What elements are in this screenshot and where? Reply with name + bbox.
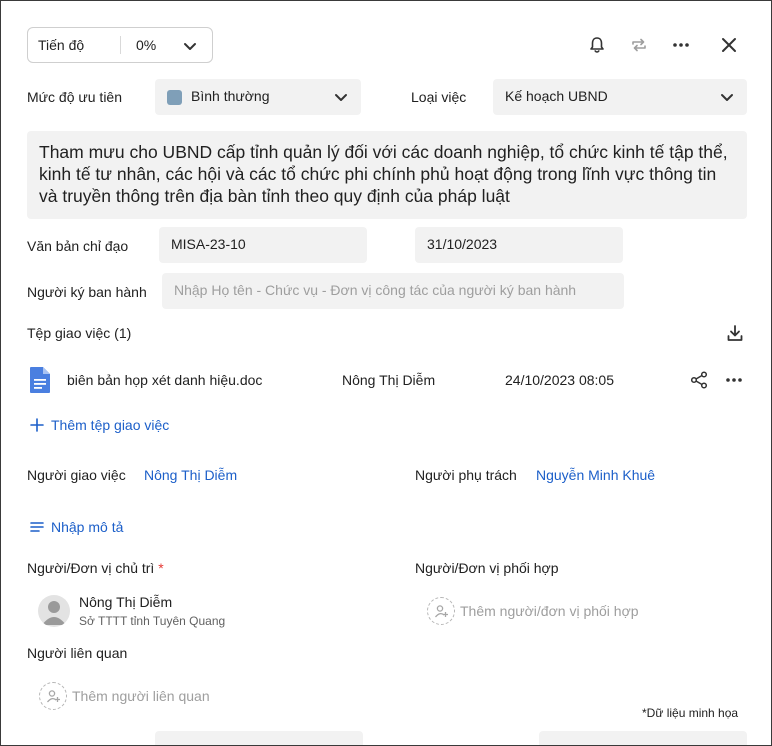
add-description-button[interactable]: Nhập mô tả bbox=[29, 517, 123, 537]
priority-select[interactable]: Bình thường bbox=[155, 79, 361, 115]
host-label-row: Người/Đơn vị chủ trì * bbox=[27, 560, 164, 576]
add-related-button[interactable]: Thêm người liên quan bbox=[39, 682, 210, 710]
progress-dropdown[interactable]: Tiến độ 0% bbox=[27, 27, 213, 63]
host-label: Người/Đơn vị chủ trì bbox=[27, 560, 155, 576]
download-icon[interactable] bbox=[725, 323, 745, 343]
signer-input[interactable]: Nhập Họ tên - Chức vụ - Đơn vị công tác … bbox=[162, 273, 624, 309]
repeat-icon[interactable] bbox=[627, 33, 651, 57]
add-related-label: Thêm người liên quan bbox=[72, 688, 210, 704]
add-person-icon bbox=[427, 597, 455, 625]
directive-doc-date: 31/10/2023 bbox=[427, 236, 498, 252]
file-datetime: 24/10/2023 08:05 bbox=[505, 372, 614, 388]
directive-doc-number: MISA-23-10 bbox=[171, 236, 246, 252]
task-description[interactable]: Tham mưu cho UBND cấp tỉnh quản lý đối v… bbox=[27, 131, 747, 219]
task-detail-panel: Tiến độ 0% Mức độ ưu tiên Bình thường Lo… bbox=[0, 0, 772, 746]
priority-label: Mức độ ưu tiên bbox=[27, 89, 123, 105]
assigner-value[interactable]: Nông Thị Diễm bbox=[144, 467, 237, 483]
required-mark: * bbox=[158, 560, 164, 576]
task-type-select[interactable]: Kế hoạch UBND bbox=[493, 79, 747, 115]
close-icon[interactable] bbox=[717, 33, 741, 57]
progress-value: 0% bbox=[136, 37, 157, 53]
signer-placeholder: Nhập Họ tên - Chức vụ - Đơn vị công tác … bbox=[174, 282, 577, 298]
add-coordinator-button[interactable]: Thêm người/đơn vị phối hợp bbox=[427, 597, 639, 625]
owner-value[interactable]: Nguyễn Minh Khuê bbox=[536, 467, 655, 483]
share-icon[interactable] bbox=[689, 370, 709, 390]
file-row[interactable]: biên bản họp xét danh hiệu.doc Nông Thị … bbox=[27, 363, 747, 397]
text-lines-icon bbox=[30, 522, 44, 532]
priority-value: Bình thường bbox=[191, 88, 270, 104]
chevron-down-icon bbox=[331, 87, 351, 107]
owner-label: Người phụ trách bbox=[415, 467, 517, 483]
host-name[interactable]: Nông Thị Diễm bbox=[79, 594, 172, 610]
coordinator-label: Người/Đơn vị phối hợp bbox=[415, 560, 559, 576]
more-options-icon[interactable] bbox=[669, 33, 693, 57]
divider bbox=[120, 36, 121, 54]
add-description-label: Nhập mô tả bbox=[51, 519, 124, 535]
assigner-label: Người giao việc bbox=[27, 467, 126, 483]
add-attachment-button[interactable]: Thêm tệp giao việc bbox=[29, 415, 169, 435]
bell-icon[interactable] bbox=[585, 33, 609, 57]
add-coordinator-label: Thêm người/đơn vị phối hợp bbox=[460, 603, 639, 619]
avatar bbox=[38, 595, 70, 627]
footnote: *Dữ liệu minh họa bbox=[642, 706, 739, 720]
chevron-down-icon bbox=[180, 36, 200, 56]
directive-doc-date-field[interactable]: 31/10/2023 bbox=[415, 227, 623, 263]
add-person-icon bbox=[39, 682, 67, 710]
task-type-value: Kế hoạch UBND bbox=[505, 88, 608, 104]
host-unit: Sở TTTT tỉnh Tuyên Quang bbox=[79, 614, 226, 628]
related-label: Người liên quan bbox=[27, 645, 128, 661]
task-type-label: Loại việc bbox=[411, 89, 467, 105]
directive-doc-label: Văn bản chỉ đạo bbox=[27, 238, 129, 254]
file-name[interactable]: biên bản họp xét danh hiệu.doc bbox=[67, 372, 262, 388]
priority-color-swatch bbox=[167, 90, 182, 105]
file-more-icon[interactable] bbox=[724, 370, 744, 390]
attachments-title: Tệp giao việc (1) bbox=[27, 325, 132, 341]
file-uploader: Nông Thị Diễm bbox=[342, 372, 436, 388]
doc-file-icon bbox=[29, 366, 51, 394]
directive-doc-number-field[interactable]: MISA-23-10 bbox=[159, 227, 367, 263]
plus-icon bbox=[30, 418, 44, 432]
progress-label: Tiến độ bbox=[38, 37, 85, 53]
cut-off-field[interactable] bbox=[539, 731, 747, 745]
add-attachment-label: Thêm tệp giao việc bbox=[51, 417, 170, 433]
cut-off-field[interactable] bbox=[155, 731, 363, 745]
chevron-down-icon bbox=[717, 87, 737, 107]
signer-label: Người ký ban hành bbox=[27, 284, 147, 300]
